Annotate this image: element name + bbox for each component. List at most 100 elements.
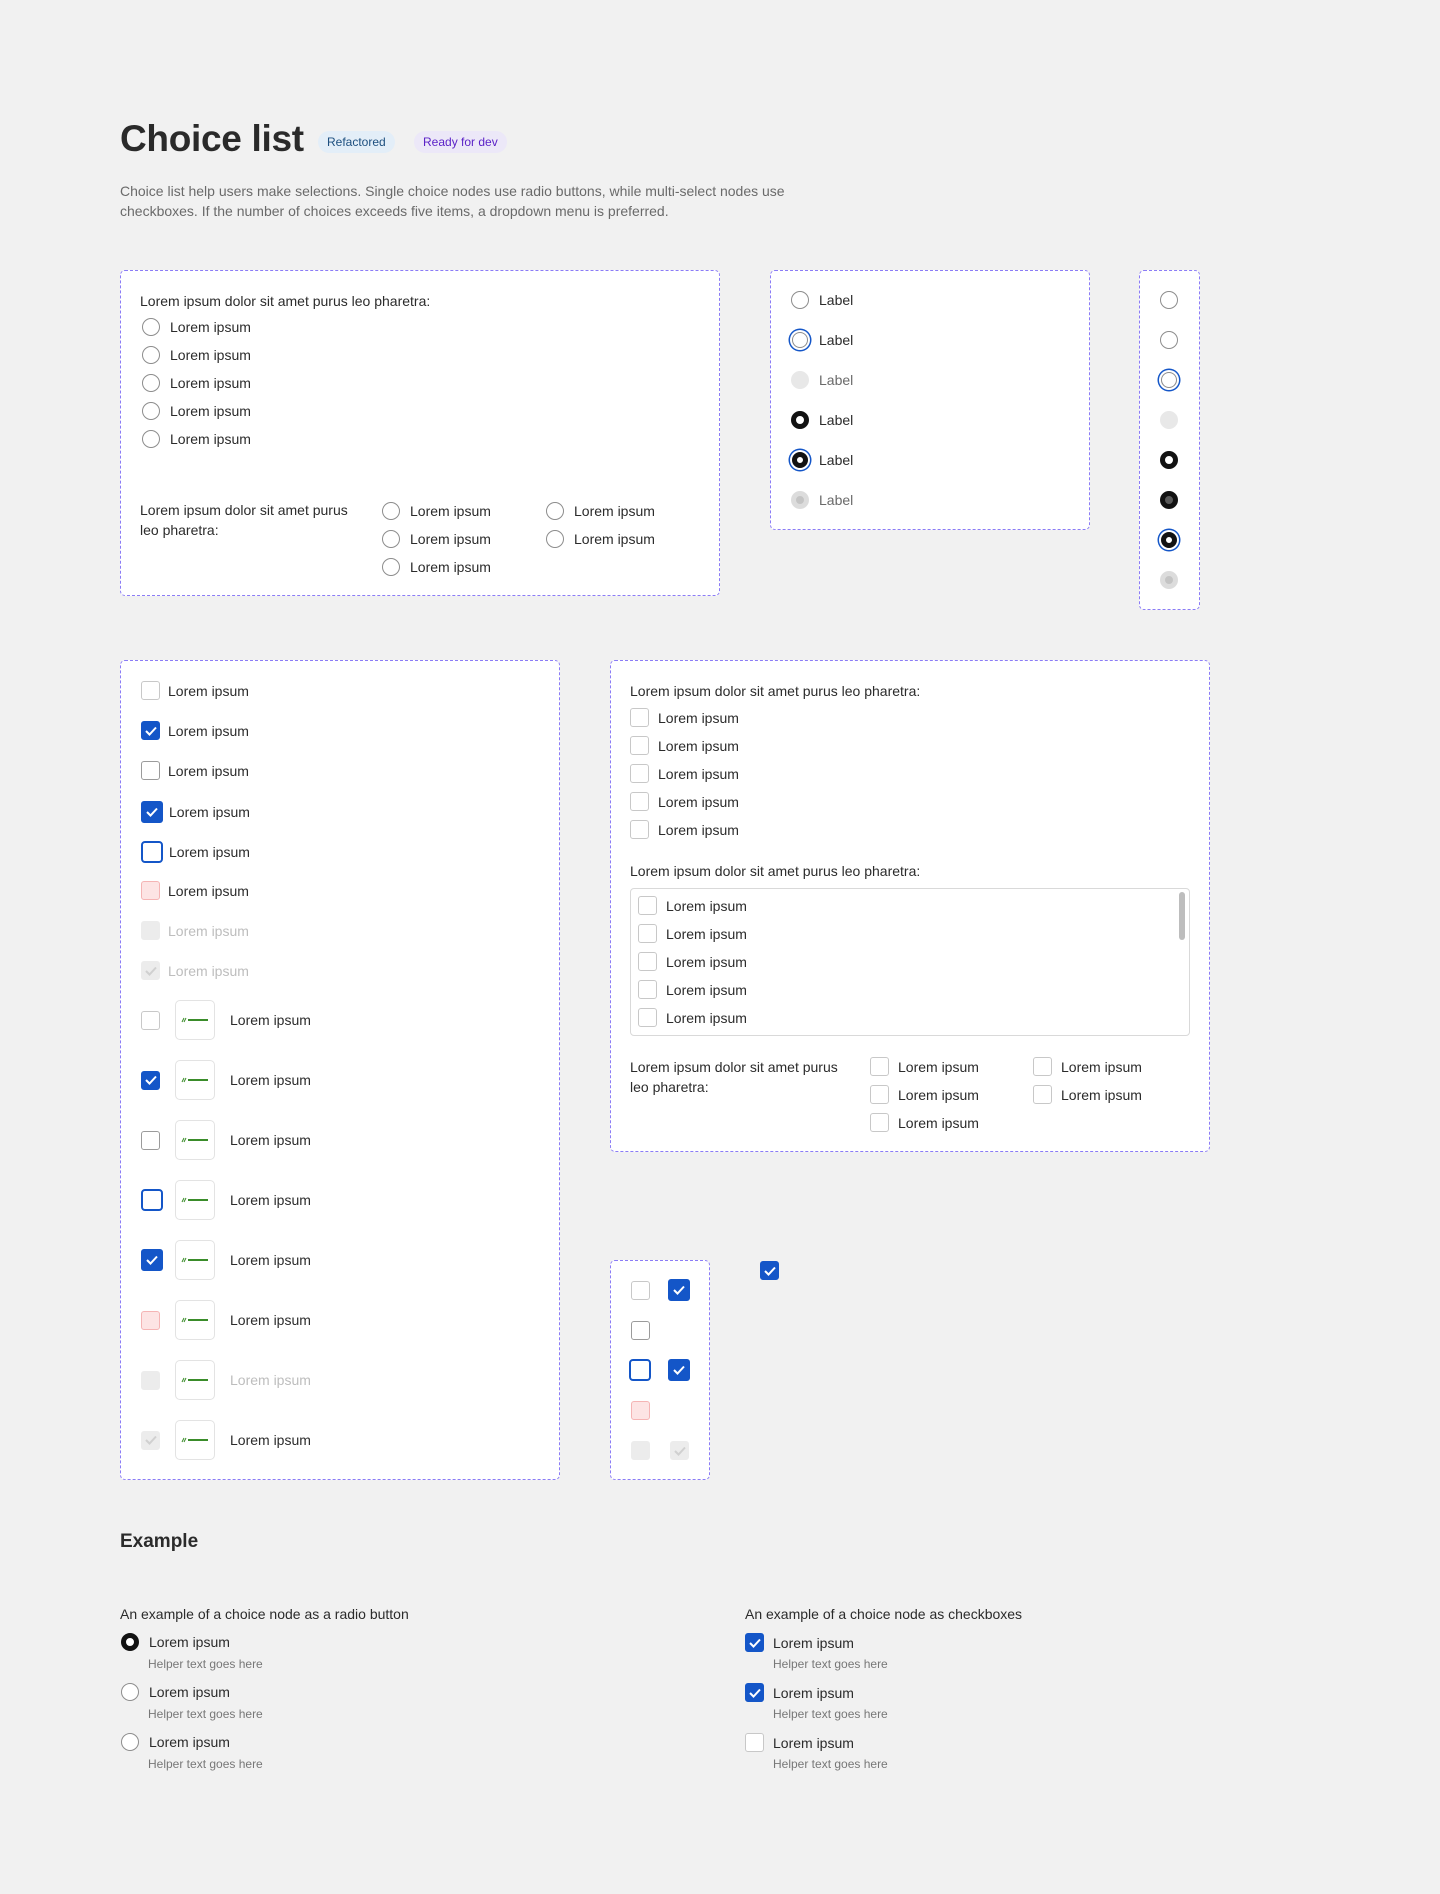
- example-radio-option[interactable]: Lorem ipsum: [121, 1683, 230, 1701]
- checkbox-option[interactable]: Lorem ipsum: [630, 764, 739, 783]
- checkbox-option-label: Lorem ipsum: [1061, 1086, 1142, 1103]
- checkbox-logo-checked[interactable]: Lorem ipsum: [141, 1060, 311, 1100]
- helper-text: Helper text goes here: [148, 1757, 263, 1771]
- checkbox-hover[interactable]: Lorem ipsum: [141, 761, 249, 780]
- check-icon: [745, 1683, 764, 1702]
- checkbox-logo-error[interactable]: Lorem ipsum: [141, 1300, 311, 1340]
- radio-selected-icon[interactable]: [1160, 451, 1178, 469]
- checkbox-checked-icon[interactable]: [668, 1279, 690, 1301]
- check-icon: [141, 961, 160, 980]
- radio-option[interactable]: Lorem ipsum: [142, 374, 251, 392]
- radio-selected[interactable]: Label: [791, 411, 853, 429]
- radio-icon: [142, 374, 160, 392]
- checkbox-label: Lorem ipsum: [169, 844, 250, 860]
- radio-option[interactable]: Lorem ipsum: [546, 530, 655, 548]
- radio-selected-focus-icon[interactable]: [1161, 532, 1177, 548]
- scrollbar-thumb[interactable]: [1179, 892, 1185, 940]
- checkbox-label: Lorem ipsum: [230, 1252, 311, 1268]
- checkbox-label: Lorem ipsum: [168, 882, 249, 899]
- checkbox-label: Lorem ipsum: [230, 1432, 311, 1448]
- helper-text: Helper text goes here: [773, 1707, 888, 1721]
- checkbox-option[interactable]: Lorem ipsum: [638, 980, 747, 999]
- radio-option-label: Lorem ipsum: [574, 503, 655, 519]
- checkbox-icon: [141, 1130, 160, 1150]
- checkbox-option[interactable]: Lorem ipsum: [630, 736, 739, 755]
- radio-selected-hover-icon[interactable]: [1160, 491, 1178, 509]
- radio-icon[interactable]: [1160, 331, 1178, 349]
- checkbox-icon: [141, 841, 163, 863]
- checkbox-option[interactable]: Lorem ipsum: [1033, 1085, 1142, 1104]
- checkbox-logo-hover[interactable]: Lorem ipsum: [141, 1120, 311, 1160]
- checkbox-option[interactable]: Lorem ipsum: [638, 896, 747, 915]
- radio-option[interactable]: Lorem ipsum: [382, 502, 491, 520]
- radio-option[interactable]: Lorem ipsum: [546, 502, 655, 520]
- checkbox-option[interactable]: Lorem ipsum: [1033, 1057, 1142, 1076]
- checkbox-scroll-list[interactable]: Lorem ipsum Lorem ipsum Lorem ipsum Lore…: [630, 888, 1190, 1036]
- checkbox-option[interactable]: Lorem ipsum: [630, 708, 739, 727]
- radio-icon[interactable]: [1160, 291, 1178, 309]
- radio-icon: [791, 371, 809, 389]
- radio-option-label: Lorem ipsum: [170, 375, 251, 391]
- radio-option[interactable]: Lorem ipsum: [382, 530, 491, 548]
- radio-focus-icon[interactable]: [1161, 372, 1177, 388]
- example-checkbox-option[interactable]: Lorem ipsum: [745, 1683, 854, 1702]
- checkbox-icon: [630, 736, 649, 755]
- example-radio-option[interactable]: Lorem ipsum: [121, 1633, 230, 1651]
- radio-option-label: Lorem ipsum: [149, 1734, 230, 1750]
- checkbox-option[interactable]: Lorem ipsum: [870, 1057, 979, 1076]
- checkbox-checked[interactable]: Lorem ipsum: [141, 721, 249, 740]
- checkbox-option[interactable]: Lorem ipsum: [638, 952, 747, 971]
- radio-option[interactable]: Lorem ipsum: [142, 346, 251, 364]
- checkbox-standalone-icon[interactable]: [760, 1261, 779, 1280]
- checkbox-error[interactable]: Lorem ipsum: [141, 881, 249, 900]
- radio-focus[interactable]: Label: [791, 331, 853, 349]
- checkbox-label: Lorem ipsum: [230, 1012, 311, 1028]
- checkbox-logo-disabled-checked: Lorem ipsum: [141, 1420, 311, 1460]
- checkbox-focus-icon[interactable]: [629, 1359, 651, 1381]
- status-badge-refactored: Refactored: [318, 131, 395, 153]
- checkbox-focus[interactable]: Lorem ipsum: [141, 841, 250, 863]
- radio-option-label: Lorem ipsum: [410, 559, 491, 575]
- checkbox-checked-focus-icon[interactable]: [668, 1359, 690, 1381]
- radio-icon: [791, 491, 809, 509]
- checkbox-option-label: Lorem ipsum: [666, 953, 747, 970]
- checkbox-option-label: Lorem ipsum: [1061, 1058, 1142, 1075]
- checkbox-option-label: Lorem ipsum: [773, 1684, 854, 1701]
- checkbox-icon: [141, 921, 160, 940]
- checkbox-logo-disabled: Lorem ipsum: [141, 1360, 311, 1400]
- checkbox-option[interactable]: Lorem ipsum: [630, 792, 739, 811]
- checkbox-default[interactable]: Lorem ipsum: [141, 681, 249, 700]
- radio-option[interactable]: Lorem ipsum: [382, 558, 491, 576]
- checkbox-logo-focus[interactable]: Lorem ipsum: [141, 1180, 311, 1220]
- page-description: Choice list help users make selections. …: [120, 183, 785, 219]
- checkbox-option[interactable]: Lorem ipsum: [870, 1113, 979, 1132]
- example-checkbox-option[interactable]: Lorem ipsum: [745, 1633, 854, 1652]
- checkbox-option-label: Lorem ipsum: [666, 1009, 747, 1026]
- checkbox-label: Lorem ipsum: [230, 1372, 311, 1388]
- radio-default[interactable]: Label: [791, 291, 853, 309]
- radio-option[interactable]: Lorem ipsum: [142, 318, 251, 336]
- checkbox-icon: [870, 1113, 889, 1132]
- checkbox-icon[interactable]: [631, 1281, 650, 1300]
- checkbox-logo-checked-focus[interactable]: Lorem ipsum: [141, 1240, 311, 1280]
- radio-option-label: Lorem ipsum: [410, 531, 491, 547]
- radio-option[interactable]: Lorem ipsum: [142, 402, 251, 420]
- checkbox-checked-hover[interactable]: Lorem ipsum: [141, 801, 250, 823]
- radio-icon: [792, 452, 808, 468]
- example-radio-option[interactable]: Lorem ipsum: [121, 1733, 230, 1751]
- checkbox-icon: [638, 896, 657, 915]
- checkbox-option[interactable]: Lorem ipsum: [638, 924, 747, 943]
- logo-icon: [175, 1420, 215, 1460]
- checkbox-option[interactable]: Lorem ipsum: [870, 1085, 979, 1104]
- logo-icon: [175, 1240, 215, 1280]
- radio-label: Label: [819, 292, 854, 308]
- checkbox-hover-icon[interactable]: [631, 1321, 650, 1340]
- radio-option[interactable]: Lorem ipsum: [142, 430, 251, 448]
- checkbox-error-icon[interactable]: [631, 1401, 650, 1420]
- checkbox-logo-default[interactable]: Lorem ipsum: [141, 1000, 311, 1040]
- radio-selected-focus[interactable]: Label: [791, 451, 853, 469]
- checkbox-option[interactable]: Lorem ipsum: [638, 1008, 747, 1027]
- example-checkbox-option[interactable]: Lorem ipsum: [745, 1733, 854, 1752]
- checkbox-option[interactable]: Lorem ipsum: [630, 820, 739, 839]
- checkbox-disabled: Lorem ipsum: [141, 921, 249, 940]
